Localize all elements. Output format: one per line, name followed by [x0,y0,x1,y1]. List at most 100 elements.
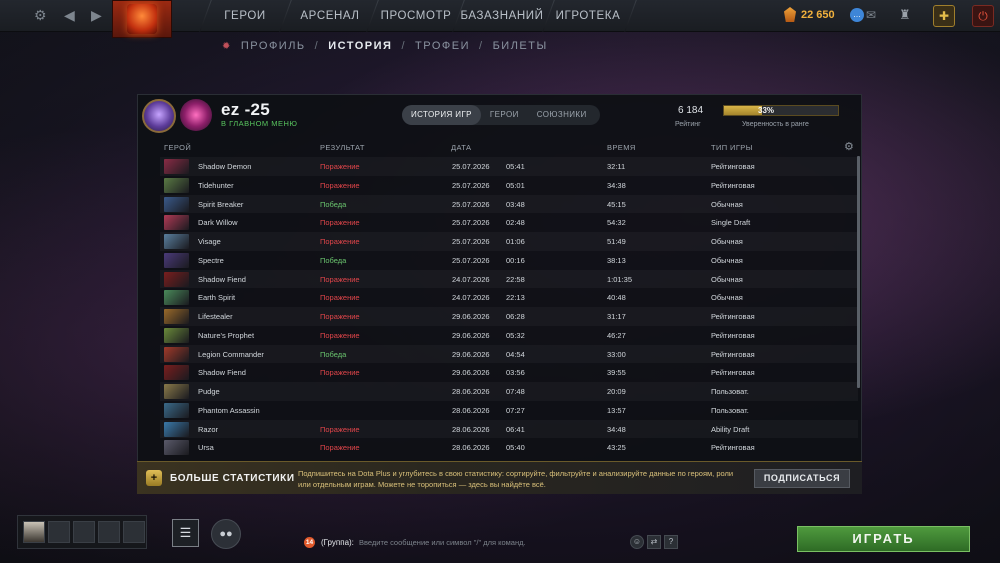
cell-date: 25.07.2026 [452,218,490,228]
forward-arrow-icon[interactable]: ▶ [91,7,102,24]
column-header-date[interactable]: ДАТА [451,143,471,152]
cell-hero: Spirit Breaker [198,199,244,209]
table-row[interactable]: Shadow Demon Поражение 25.07.2026 05:41 32:1… [160,157,858,176]
cell-time: 22:13 [506,293,525,303]
armory-icon[interactable]: ♜ [899,7,911,23]
subnav-history[interactable]: ИСТОРИЯ [328,40,392,52]
tab-allies[interactable]: СОЮЗНИКИ [528,105,596,125]
nav-watch[interactable]: ПРОСМОТР [380,0,452,32]
cell-date: 25.07.2026 [452,162,490,171]
table-row[interactable]: Spirit Breaker Победа 25.07.2026 03:48 45:15… [160,195,858,214]
column-header-time[interactable]: ВРЕМЯ [607,143,636,152]
table-row[interactable]: Razor Поражение 28.06.2026 06:41 34:48 Abilit… [160,420,858,439]
cell-result: Победа [320,199,347,209]
party-slot-empty[interactable] [98,521,120,543]
nav-label: АРСЕНАЛ [300,10,360,22]
subnav-profile[interactable]: ПРОФИЛЬ [241,40,306,52]
hero-portrait [164,159,189,174]
cell-type: Обычная [711,255,743,265]
party-slot-empty[interactable] [73,521,95,543]
chat-input[interactable] [359,534,629,550]
table-row[interactable]: Legion Commander Победа 29.06.2026 04:54 33:… [160,345,858,364]
table-row[interactable]: Shadow Fiend Поражение 24.07.2026 22:58 1:01… [160,270,858,289]
cell-date: 28.06.2026 [452,405,490,415]
chat-channel-label[interactable]: (Группа): [321,538,354,547]
hero-portrait [164,346,189,362]
match-history-panel: ez -25 В ГЛАВНОМ МЕНЮ ИСТОРИЯ ИГР ГЕРОИ … [137,94,862,494]
cell-hero: Pudge [198,387,220,396]
cell-date: 29.06.2026 [452,349,490,359]
top-bar: ⚙ ◀ ▶ ГЕРОИ АРСЕНАЛ ПРОСМОТР БАЗАЗНАНИЙ … [0,0,1000,38]
nav-heroes[interactable]: ГЕРОИ [215,0,275,32]
power-icon[interactable]: ⏻ [972,5,994,27]
scrollbar[interactable] [857,156,860,388]
cell-duration: 34:38 [607,180,626,190]
separator: / [401,40,407,52]
avatar[interactable] [23,521,45,543]
dota-plus-icon[interactable]: ✚ [933,5,955,27]
table-row[interactable]: Earth Spirit Поражение 24.07.2026 22:13 40:4… [160,288,858,307]
cell-result: Поражение [320,312,360,321]
cell-time: 05:41 [506,162,525,171]
tab-match-history[interactable]: ИСТОРИЯ ИГР [402,105,481,125]
party-slot-empty[interactable] [48,521,70,543]
nav-label: ГЕРОИ [224,10,266,22]
table-row[interactable]: Phantom Assassin 28.06.2026 07:27 13:57 Поль… [160,401,858,420]
emoji-icon[interactable]: ☺ [630,535,644,549]
cell-result: Поражение [320,274,360,284]
subnav-tickets[interactable]: БИЛЕТЫ [493,40,548,52]
mail-icon[interactable]: ✉ [866,8,876,22]
table-row[interactable]: Nature's Prophet Поражение 29.06.2026 05:32… [160,326,858,345]
nav-game-library[interactable]: ИГРОТЕКА [553,0,623,32]
battle-pass-icon[interactable]: ☰ [172,519,199,547]
column-header-game-type[interactable]: ТИП ИГРЫ [711,143,753,152]
cell-time: 03:48 [506,199,525,209]
table-row[interactable]: Pudge 28.06.2026 07:48 20:09 Пользоват. [160,382,858,401]
party-slot-empty[interactable] [123,521,145,543]
table-row[interactable]: Shadow Fiend Поражение 29.06.2026 03:56 39:5… [160,363,858,382]
table-row[interactable]: Spectre Победа 25.07.2026 00:16 38:13 Обычная [160,251,858,270]
separator: / [479,40,484,52]
gear-icon[interactable]: ⚙ [34,7,47,24]
cell-result: Поражение [320,293,360,303]
hero-portrait [164,365,189,381]
cell-result: Поражение [320,443,360,453]
cell-hero: Earth Spirit [198,293,236,303]
subscribe-button[interactable]: ПОДПИСАТЬСЯ [754,469,850,488]
translate-icon[interactable]: ⇄ [647,535,661,549]
cell-hero: Shadow Fiend [198,368,246,378]
cell-type: Рейтинговая [711,443,755,453]
table-row[interactable]: Ursa Поражение 28.06.2026 05:40 43:25 Рейтинг… [160,438,858,457]
table-row[interactable]: Dark Willow Поражение 25.07.2026 02:48 54:32… [160,213,858,232]
back-arrow-icon[interactable]: ◀ [64,7,75,24]
subnav-trophies[interactable]: ТРОФЕИ [415,40,470,52]
cell-time: 02:48 [506,218,525,228]
tab-heroes[interactable]: ГЕРОИ [481,105,528,125]
cell-hero: Lifestealer [198,312,233,321]
cell-type: Обычная [711,293,743,303]
cell-result: Поражение [320,180,360,190]
friends-icon[interactable]: ●● [211,519,241,549]
column-header-hero[interactable]: ГЕРОЙ [164,143,191,152]
chat-bar: 14 (Группа): ☺ ⇄ ? [304,534,680,551]
cell-duration: 43:25 [607,443,626,453]
hero-portrait [164,421,189,437]
cell-type: Обычная [711,237,743,246]
gear-icon[interactable]: ⚙ [844,140,854,153]
nav-knowledge-base[interactable]: БАЗАЗНАНИЙ [460,0,542,32]
table-row[interactable]: Tidehunter Поражение 25.07.2026 05:01 34:38 Р… [160,176,858,195]
cell-hero: Ursa [198,443,214,453]
cell-hero: Phantom Assassin [198,405,260,415]
cell-hero: Razor [198,424,219,434]
table-row[interactable]: Visage Поражение 25.07.2026 01:06 51:49 Обычн… [160,232,858,251]
nav-arsenal[interactable]: АРСЕНАЛ [295,0,365,32]
column-header-result[interactable]: РЕЗУЛЬТАТ [320,143,365,152]
chat-bubble-icon[interactable]: … [850,8,864,22]
play-button[interactable]: ИГРАТЬ [797,526,970,552]
table-row[interactable]: Lifestealer Поражение 29.06.2026 06:28 31:17… [160,307,858,326]
cell-duration: 20:09 [607,387,626,396]
cell-hero: Dark Willow [198,218,238,228]
dota-logo-button[interactable] [112,0,172,38]
profile-avatar[interactable] [180,99,212,131]
help-icon[interactable]: ? [664,535,678,549]
